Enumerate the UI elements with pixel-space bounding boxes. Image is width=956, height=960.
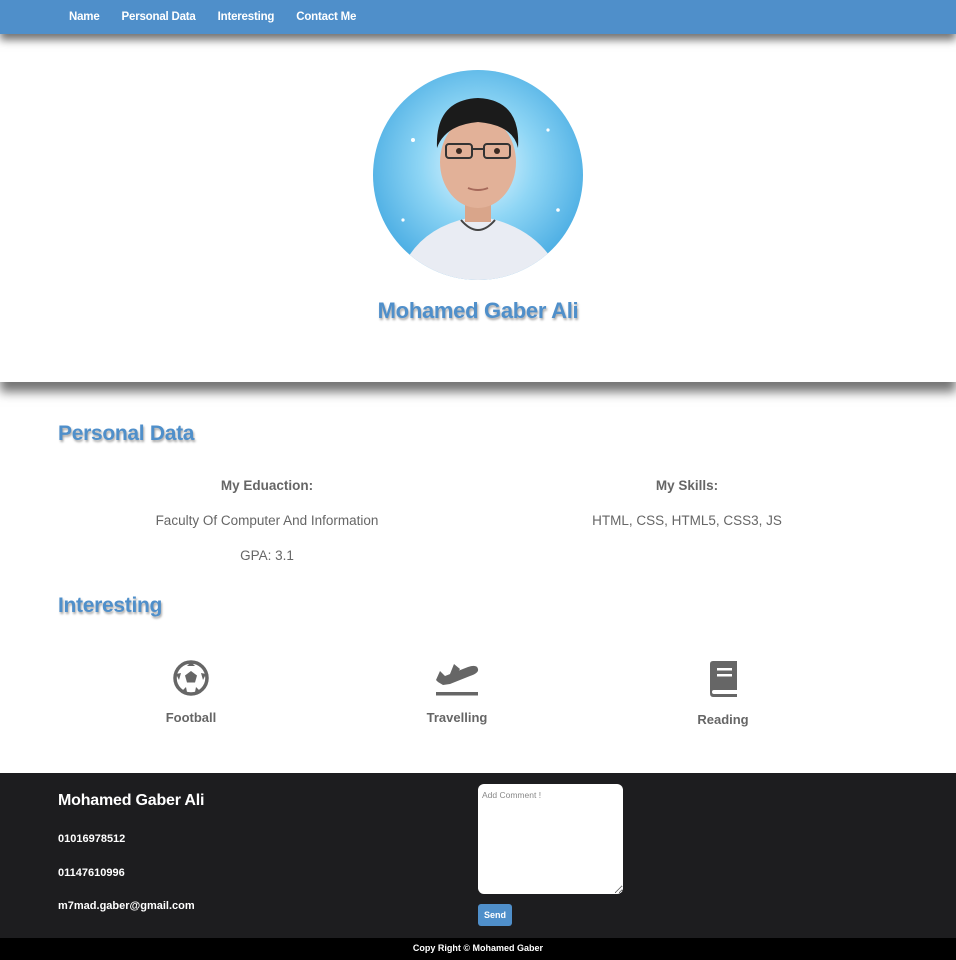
nav-link-interesting[interactable]: Interesting <box>207 11 286 23</box>
nav-link-name[interactable]: Name <box>58 11 111 23</box>
footer-name: Mohamed Gaber Ali <box>58 792 205 809</box>
personal-data-title: Personal Data <box>58 422 195 445</box>
interest-reading: Reading <box>633 660 813 727</box>
education-column: My Eduaction: Faculty Of Computer And In… <box>58 478 476 583</box>
footer-phone-2: 01147610996 <box>58 867 125 879</box>
football-icon <box>173 660 209 696</box>
education-heading: My Eduaction: <box>220 478 314 493</box>
skills-list: HTML, CSS, HTML5, CSS3, JS <box>592 513 782 528</box>
hero-section: Mohamed Gaber Ali <box>0 34 956 382</box>
copyright-text: Copy Right © Mohamed Gaber <box>412 943 544 953</box>
profile-avatar <box>373 70 583 280</box>
hero-name: Mohamed Gaber Ali <box>377 298 579 323</box>
education-faculty: Faculty Of Computer And Information <box>155 513 379 528</box>
plane-icon <box>436 664 479 696</box>
top-navbar: Name Personal Data Interesting Contact M… <box>0 0 956 34</box>
profile-photo <box>373 70 583 280</box>
nav-link-personal-data[interactable]: Personal Data <box>111 11 207 23</box>
nav-link-contact-me[interactable]: Contact Me <box>285 11 367 23</box>
interesting-title: Interesting <box>58 594 163 617</box>
skills-column: My Skills: HTML, CSS, HTML5, CSS3, JS <box>478 478 896 548</box>
send-button[interactable]: Send <box>478 904 512 926</box>
book-icon <box>710 661 737 697</box>
footer-phone-1: 01016978512 <box>58 833 126 845</box>
footer: Mohamed Gaber Ali 01016978512 0114761099… <box>0 773 956 938</box>
interest-football: Football <box>101 660 281 725</box>
education-gpa: GPA: 3.1 <box>240 548 294 563</box>
copyright-bar: Copy Right © Mohamed Gaber <box>0 938 956 960</box>
interest-football-label: Football <box>165 710 217 725</box>
footer-email: m7mad.gaber@gmail.com <box>58 900 195 912</box>
interest-reading-label: Reading <box>697 712 749 727</box>
interest-travelling-label: Travelling <box>426 710 488 725</box>
skills-heading: My Skills: <box>655 478 719 493</box>
comment-input[interactable] <box>478 784 623 894</box>
nav-links: Name Personal Data Interesting Contact M… <box>58 0 367 34</box>
interest-travelling: Travelling <box>367 660 547 725</box>
